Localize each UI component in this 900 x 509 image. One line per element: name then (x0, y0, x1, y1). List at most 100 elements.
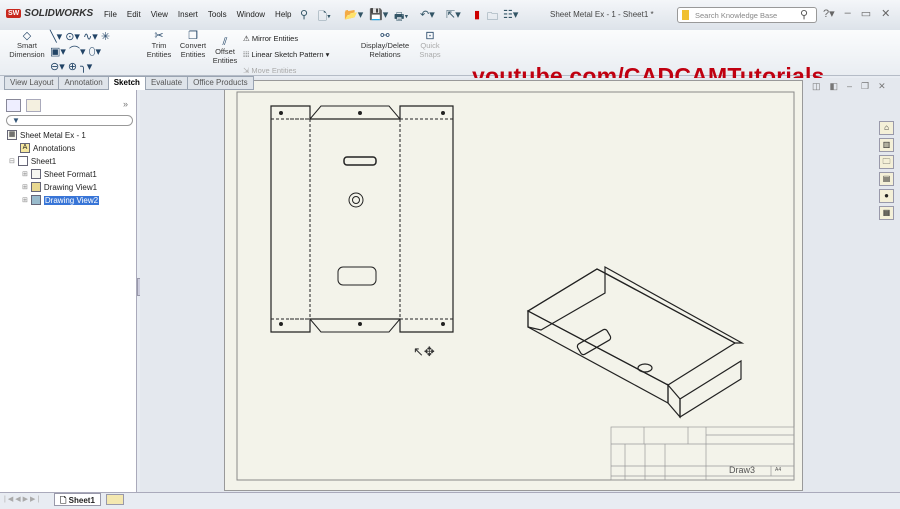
tree-item-drawing-view1[interactable]: ⊞ Drawing View1 (22, 182, 97, 192)
annotations-icon: A (20, 143, 30, 153)
minimize-button[interactable]: – (845, 7, 851, 20)
doc-restore-button[interactable]: ❐ (861, 81, 869, 92)
tree-item-sheet-format1[interactable]: ⊞ Sheet Format1 (22, 169, 97, 179)
filter-input[interactable]: ▼ (6, 115, 133, 126)
ellipse-icon[interactable]: ⬯▾ (89, 46, 101, 58)
drawing-view-icon (30, 182, 41, 192)
filter-icon: ▼ (12, 116, 20, 125)
rectangle-icon[interactable]: ▣▾ (50, 46, 66, 58)
new-document-icon[interactable]: 🗋▾ (318, 8, 331, 27)
menu-bar: File Edit View Insert Tools Window Help (104, 10, 292, 19)
solidworks-logo: SW SOLIDWORKS (6, 8, 94, 19)
polygon-icon[interactable]: ⊕ (68, 61, 77, 73)
drawing-icon: ▦ (7, 130, 17, 140)
circle-icon[interactable]: ⊙▾ (65, 31, 80, 43)
pin-icon[interactable]: ⚲ (300, 8, 308, 21)
tab-office-products[interactable]: Office Products (187, 76, 254, 90)
document-title: Sheet Metal Ex - 1 - Sheet1 * (550, 10, 654, 19)
pattern-group: ⚠ Mirror Entities ⁞⁞⁞ Linear Sketch Patt… (243, 31, 329, 79)
task-pane-home-icon[interactable]: ⌂ (879, 121, 894, 135)
command-manager: ◇ Smart Dimension ╲▾ ⊙▾ ∿▾ ✳ ▣▾ ⌒▾ ⬯▾ ⊖▾ … (0, 30, 900, 89)
knowledge-base-icon (682, 10, 689, 20)
close-button[interactable]: ✕ (881, 7, 890, 20)
tab-view-layout[interactable]: View Layout (4, 76, 60, 90)
property-manager-tab-icon[interactable] (26, 99, 41, 112)
save-icon[interactable]: 💾▾ (369, 8, 388, 21)
sheet-navigation-arrows[interactable]: |◀◀▶▶| (4, 495, 41, 503)
drawing-sheet[interactable]: Draw3 A4 ↖✥ (224, 80, 803, 491)
convert-entities-button[interactable]: ❐ Convert Entities (176, 30, 210, 60)
title-bar: SW SOLIDWORKS File Edit View Insert Tools… (0, 0, 900, 30)
line-icon[interactable]: ╲▾ (50, 31, 62, 43)
search-input[interactable]: Search Knowledge Base ⚲ (677, 7, 817, 23)
drawing-view-icon (30, 195, 41, 205)
task-pane-custom-properties-icon[interactable]: ▦ (879, 206, 894, 220)
move-cursor-icon: ↖✥ (413, 344, 435, 359)
offset-entities-button[interactable]: ⫽ Offset Entities (211, 36, 239, 66)
document-window-controls: ◫ ◧ – ❐ ✕ (812, 81, 886, 92)
tree-item-annotations[interactable]: A Annotations (20, 143, 75, 153)
menu-window[interactable]: Window (237, 10, 265, 19)
tree-root[interactable]: ▦ Sheet Metal Ex - 1 (7, 130, 86, 140)
convert-icon: ❐ (188, 30, 198, 42)
search-icon[interactable]: ⚲ (800, 8, 808, 21)
menu-file[interactable]: File (104, 10, 117, 19)
help-icon[interactable]: ?▾ (823, 7, 835, 20)
sheet-icon (17, 156, 28, 166)
sheet-icon: 🗋 (60, 496, 67, 505)
sheet-border (236, 91, 795, 481)
trim-entities-button[interactable]: ✂ Trim Entities (143, 31, 175, 60)
tab-sketch[interactable]: Sketch (107, 76, 146, 90)
select-icon[interactable]: ⇱▾ (446, 8, 461, 21)
arc-icon[interactable]: ⌒▾ (69, 46, 86, 58)
spline-icon[interactable]: ∿▾ (83, 31, 98, 43)
add-sheet-button[interactable] (106, 494, 124, 505)
tile-icon[interactable]: ◫ (812, 81, 821, 92)
slot-icon[interactable]: ⊖▾ (50, 61, 65, 73)
point-icon[interactable]: ✳ (101, 31, 110, 43)
task-pane-appearances-icon[interactable]: ● (879, 189, 894, 203)
command-tabs: View Layout Annotation Sketch Evaluate O… (4, 76, 254, 90)
menu-edit[interactable]: Edit (127, 10, 141, 19)
print-icon[interactable]: 🖶▾ (394, 8, 408, 27)
mirror-icon: ⚠ (243, 34, 250, 43)
sketch-tools-grid: ╲▾ ⊙▾ ∿▾ ✳ ▣▾ ⌒▾ ⬯▾ ⊖▾ ⊕ ╮▾ (50, 30, 140, 75)
task-pane-view-palette-icon[interactable]: ▤ (879, 172, 894, 186)
expand-panel-icon[interactable]: » (123, 99, 128, 109)
drawing-name: Draw3 (729, 465, 756, 475)
sheet-size: A4 (775, 467, 782, 473)
linear-sketch-pattern-button[interactable]: ⁞⁞⁞ Linear Sketch Pattern ▾ (243, 47, 329, 63)
doc-minimize-button[interactable]: – (847, 81, 852, 92)
task-pane-explorer-icon[interactable]: 🗀 (879, 155, 894, 169)
task-pane-library-icon[interactable]: ▥ (879, 138, 894, 152)
restore-button[interactable]: ▭ (861, 7, 871, 20)
tile-vertical-icon[interactable]: ◧ (830, 81, 839, 92)
file-properties-icon[interactable]: 🗀 (487, 8, 498, 27)
menu-tools[interactable]: Tools (208, 10, 227, 19)
offset-icon: ⫽ (222, 36, 228, 48)
options-icon[interactable]: ☷▾ (503, 8, 518, 21)
mirror-entities-button[interactable]: ⚠ Mirror Entities (243, 31, 329, 47)
sheet-format-icon (30, 169, 41, 179)
title-block (610, 426, 795, 481)
relations-icon: ⚯ (380, 30, 390, 42)
tab-evaluate[interactable]: Evaluate (144, 76, 189, 90)
fillet-icon[interactable]: ╮▾ (80, 61, 92, 73)
move-entities-button[interactable]: ⇲ Move Entities (243, 63, 329, 79)
open-icon[interactable]: 📂▾ (344, 8, 363, 21)
smart-dimension-button[interactable]: ◇ Smart Dimension (8, 31, 46, 60)
tree-item-drawing-view2[interactable]: ⊞ Drawing View2 (22, 195, 100, 205)
sheet-tab-sheet1[interactable]: 🗋 Sheet1 (54, 493, 101, 506)
menu-view[interactable]: View (151, 10, 168, 19)
display-delete-relations-button[interactable]: ⚯ Display/Delete Relations (358, 30, 412, 60)
menu-help[interactable]: Help (275, 10, 291, 19)
tab-annotation[interactable]: Annotation (58, 76, 109, 90)
quick-snaps-button[interactable]: ⊡ Quick Snaps (416, 31, 444, 60)
tree-item-sheet1[interactable]: ⊟ Sheet1 (9, 156, 56, 166)
move-icon: ⇲ (243, 66, 250, 75)
doc-close-button[interactable]: ✕ (878, 81, 886, 92)
undo-icon[interactable]: ↶▾ (420, 8, 435, 21)
menu-insert[interactable]: Insert (178, 10, 198, 19)
feature-tree-tab-icon[interactable] (6, 99, 21, 112)
rebuild-icon[interactable]: ▮ (474, 8, 480, 21)
